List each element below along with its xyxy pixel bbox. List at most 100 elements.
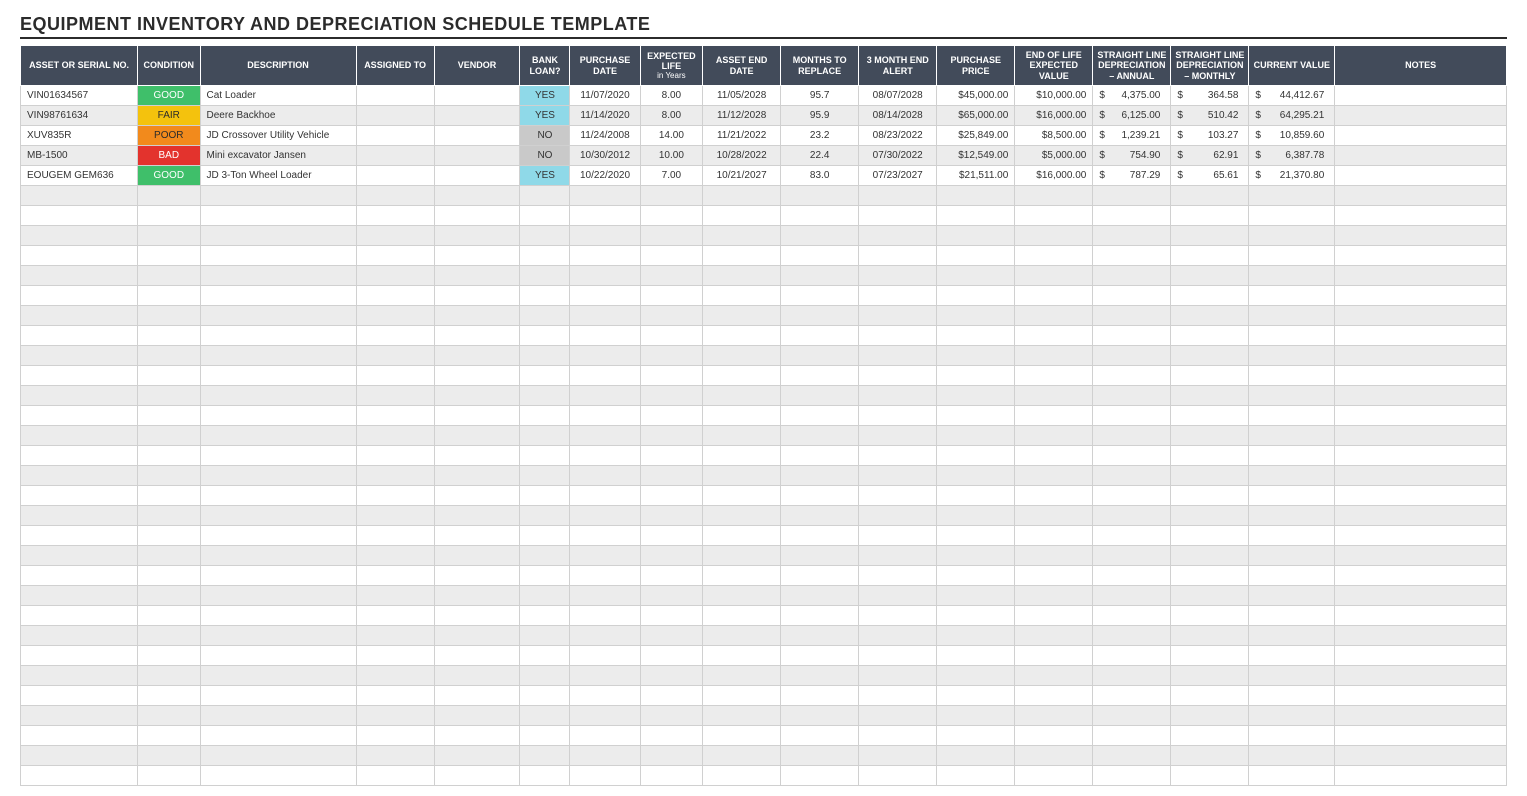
cell-empty[interactable] — [356, 746, 434, 766]
table-row[interactable] — [21, 366, 1507, 386]
cell-empty[interactable] — [640, 446, 702, 466]
cell-empty[interactable] — [781, 186, 859, 206]
cell-empty[interactable] — [356, 266, 434, 286]
cell-empty[interactable] — [138, 386, 200, 406]
cell-eol[interactable]: $16,000.00 — [1015, 166, 1093, 186]
cell-empty[interactable] — [570, 746, 640, 766]
cell-loan[interactable]: NO — [520, 146, 570, 166]
cell-empty[interactable] — [356, 366, 434, 386]
cell-empty[interactable] — [1171, 746, 1249, 766]
table-row[interactable]: XUV835RPOORJD Crossover Utility VehicleN… — [21, 126, 1507, 146]
cell-empty[interactable] — [21, 186, 138, 206]
cell-empty[interactable] — [640, 326, 702, 346]
cell-pprice[interactable]: $45,000.00 — [937, 86, 1015, 106]
cell-empty[interactable] — [21, 206, 138, 226]
cell-empty[interactable] — [640, 766, 702, 786]
cell-eol[interactable]: $5,000.00 — [1015, 146, 1093, 166]
cell-empty[interactable] — [520, 486, 570, 506]
cell-empty[interactable] — [859, 626, 937, 646]
cell-empty[interactable] — [937, 266, 1015, 286]
cell-empty[interactable] — [356, 586, 434, 606]
cell-empty[interactable] — [434, 686, 520, 706]
cell-empty[interactable] — [1335, 726, 1507, 746]
cell-empty[interactable] — [1093, 546, 1171, 566]
cell-empty[interactable] — [21, 466, 138, 486]
cell-empty[interactable] — [200, 586, 356, 606]
cell-empty[interactable] — [640, 406, 702, 426]
cell-empty[interactable] — [1335, 326, 1507, 346]
cell-empty[interactable] — [138, 366, 200, 386]
cell-empty[interactable] — [640, 746, 702, 766]
cell-empty[interactable] — [1171, 246, 1249, 266]
table-row[interactable] — [21, 266, 1507, 286]
cell-empty[interactable] — [200, 606, 356, 626]
cell-empty[interactable] — [520, 506, 570, 526]
cell-life[interactable]: 14.00 — [640, 126, 702, 146]
cell-empty[interactable] — [570, 366, 640, 386]
cell-empty[interactable] — [1093, 426, 1171, 446]
cell-empty[interactable] — [138, 286, 200, 306]
cell-empty[interactable] — [1015, 506, 1093, 526]
cell-empty[interactable] — [434, 426, 520, 446]
cell-empty[interactable] — [434, 286, 520, 306]
cell-empty[interactable] — [937, 286, 1015, 306]
cell-empty[interactable] — [703, 226, 781, 246]
cell-empty[interactable] — [1093, 226, 1171, 246]
cell-edate[interactable]: 10/28/2022 — [703, 146, 781, 166]
cell-empty[interactable] — [1171, 706, 1249, 726]
cell-empty[interactable] — [1249, 706, 1335, 726]
cell-empty[interactable] — [21, 426, 138, 446]
cell-empty[interactable] — [200, 286, 356, 306]
cell-annual[interactable]: $1,239.21 — [1093, 126, 1171, 146]
cell-empty[interactable] — [434, 726, 520, 746]
cell-empty[interactable] — [1249, 366, 1335, 386]
cell-empty[interactable] — [570, 766, 640, 786]
cell-empty[interactable] — [1335, 426, 1507, 446]
cell-empty[interactable] — [640, 586, 702, 606]
cell-empty[interactable] — [1015, 646, 1093, 666]
cell-vendor[interactable] — [434, 106, 520, 126]
cell-empty[interactable] — [703, 286, 781, 306]
table-row[interactable] — [21, 686, 1507, 706]
cell-empty[interactable] — [859, 326, 937, 346]
cell-loan[interactable]: NO — [520, 126, 570, 146]
cell-empty[interactable] — [859, 386, 937, 406]
cell-empty[interactable] — [1093, 526, 1171, 546]
cell-empty[interactable] — [200, 626, 356, 646]
cell-empty[interactable] — [570, 246, 640, 266]
cell-empty[interactable] — [1093, 206, 1171, 226]
cell-empty[interactable] — [1249, 766, 1335, 786]
cell-assigned[interactable] — [356, 86, 434, 106]
cell-empty[interactable] — [1015, 386, 1093, 406]
cell-empty[interactable] — [1093, 286, 1171, 306]
cell-empty[interactable] — [1249, 646, 1335, 666]
table-row[interactable] — [21, 746, 1507, 766]
cell-empty[interactable] — [703, 466, 781, 486]
cell-empty[interactable] — [570, 646, 640, 666]
cell-empty[interactable] — [434, 626, 520, 646]
cell-empty[interactable] — [21, 726, 138, 746]
cell-empty[interactable] — [434, 466, 520, 486]
cell-empty[interactable] — [1171, 446, 1249, 466]
cell-life[interactable]: 10.00 — [640, 146, 702, 166]
cell-empty[interactable] — [520, 666, 570, 686]
cell-empty[interactable] — [356, 706, 434, 726]
table-row[interactable] — [21, 606, 1507, 626]
cell-pdate[interactable]: 10/22/2020 — [570, 166, 640, 186]
cell-empty[interactable] — [1093, 326, 1171, 346]
table-row[interactable] — [21, 326, 1507, 346]
cell-empty[interactable] — [703, 646, 781, 666]
cell-empty[interactable] — [781, 566, 859, 586]
cell-empty[interactable] — [703, 486, 781, 506]
cell-empty[interactable] — [138, 686, 200, 706]
cell-description[interactable]: JD 3-Ton Wheel Loader — [200, 166, 356, 186]
cell-empty[interactable] — [640, 206, 702, 226]
cell-empty[interactable] — [200, 386, 356, 406]
cell-empty[interactable] — [1171, 466, 1249, 486]
cell-alert[interactable]: 08/14/2028 — [859, 106, 937, 126]
cell-empty[interactable] — [703, 746, 781, 766]
cell-empty[interactable] — [520, 366, 570, 386]
cell-empty[interactable] — [1093, 466, 1171, 486]
cell-empty[interactable] — [781, 706, 859, 726]
cell-assigned[interactable] — [356, 166, 434, 186]
